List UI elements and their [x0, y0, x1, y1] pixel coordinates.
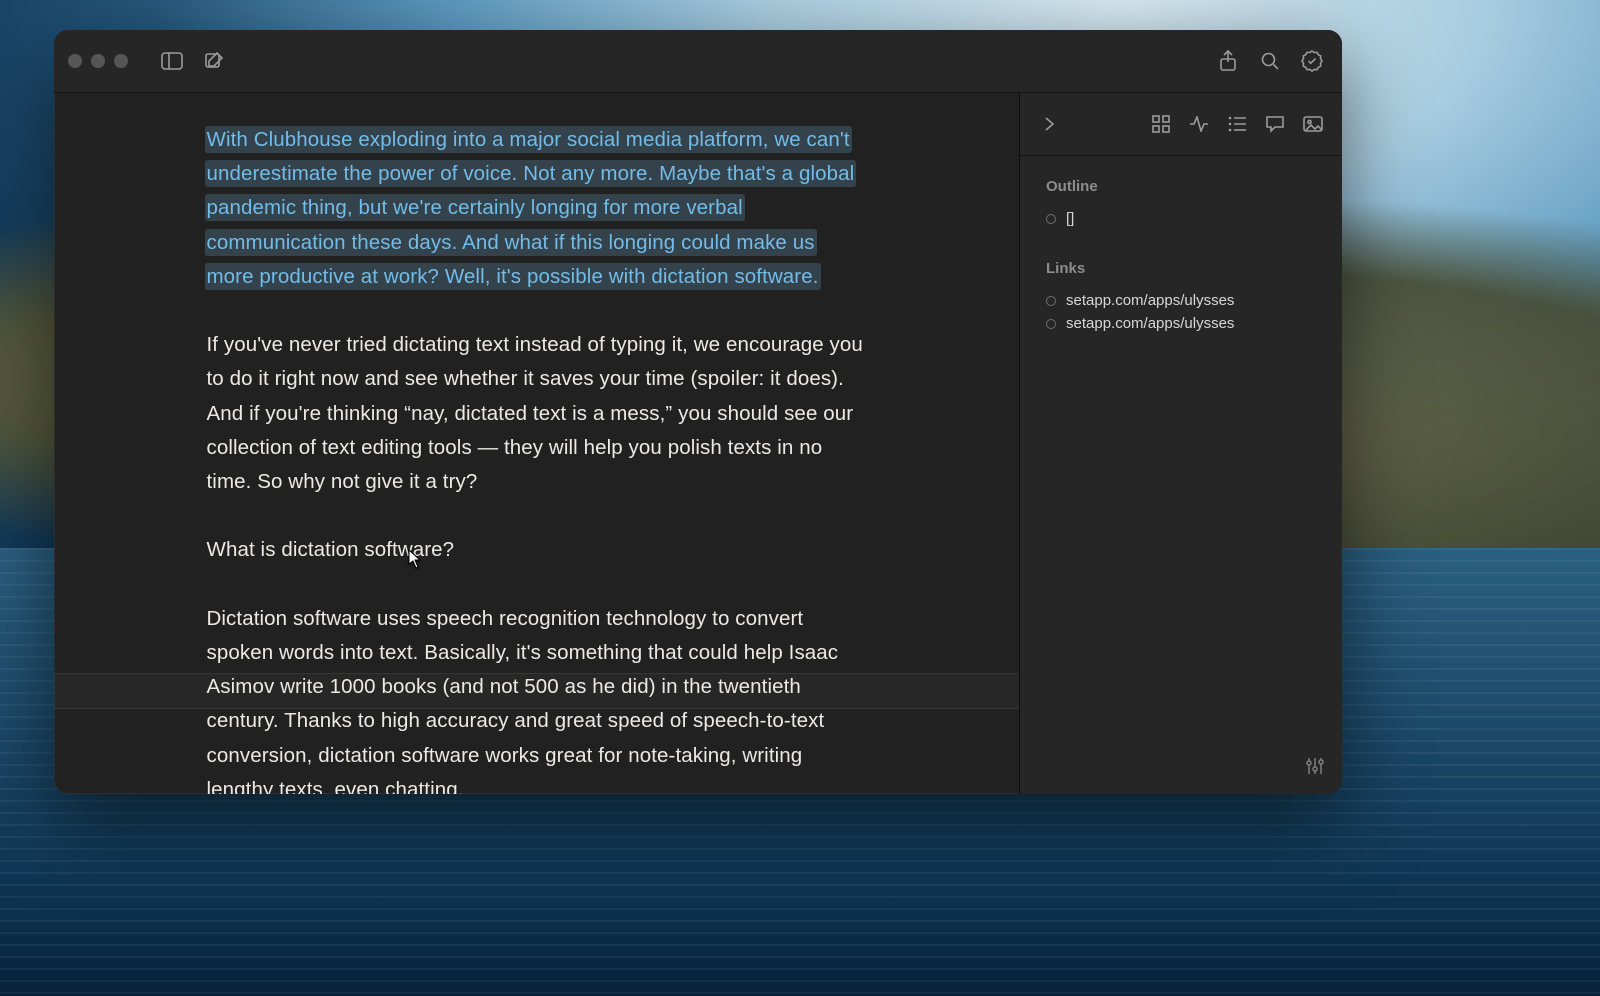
- inspector-body: Outline [] Links setapp.com/apps/ulysses…: [1020, 156, 1342, 355]
- tab-media[interactable]: [1298, 109, 1328, 139]
- review-badge-icon: [1301, 50, 1323, 72]
- traffic-close[interactable]: [68, 54, 82, 68]
- list-icon: [1228, 116, 1246, 132]
- settings-sliders-button[interactable]: [1306, 757, 1324, 780]
- chevron-right-icon: [1042, 115, 1056, 133]
- comment-icon: [1265, 115, 1285, 133]
- review-button[interactable]: [1296, 45, 1328, 77]
- grid-icon: [1152, 115, 1170, 133]
- sidebar-toggle-button[interactable]: [156, 45, 188, 77]
- titlebar: [54, 30, 1342, 93]
- compose-button[interactable]: [198, 45, 230, 77]
- sliders-icon: [1306, 757, 1324, 775]
- outline-section-title: Outline: [1046, 178, 1316, 195]
- tab-outline[interactable]: [1222, 109, 1252, 139]
- activity-icon: [1189, 116, 1209, 132]
- inspector-panel: Outline [] Links setapp.com/apps/ulysses…: [1020, 93, 1342, 794]
- search-button[interactable]: [1254, 45, 1286, 77]
- traffic-minimize[interactable]: [91, 54, 105, 68]
- links-section-title: Links: [1046, 260, 1316, 277]
- editor-column: With Clubhouse exploding into a major so…: [54, 93, 1020, 794]
- share-button[interactable]: [1212, 45, 1244, 77]
- tab-grid[interactable]: [1146, 109, 1176, 139]
- link-item-url: setapp.com/apps/ulysses: [1066, 292, 1234, 309]
- section-heading[interactable]: What is dictation software?: [207, 533, 867, 567]
- bullet-dot-icon: [1046, 296, 1056, 306]
- window-traffic-lights[interactable]: [68, 54, 128, 68]
- outline-item[interactable]: []: [1046, 207, 1316, 230]
- search-icon: [1260, 51, 1280, 71]
- editor-scroll[interactable]: With Clubhouse exploding into a major so…: [54, 93, 1019, 794]
- app-window: With Clubhouse exploding into a major so…: [54, 30, 1342, 794]
- link-item-url: setapp.com/apps/ulysses: [1066, 315, 1234, 332]
- inspector-tabs: [1020, 93, 1342, 156]
- traffic-zoom[interactable]: [114, 54, 128, 68]
- paragraph-3[interactable]: Dictation software uses speech recogniti…: [207, 602, 867, 794]
- share-icon: [1219, 50, 1237, 72]
- compose-icon: [204, 51, 224, 71]
- image-icon: [1303, 116, 1323, 132]
- panel-collapse-button[interactable]: [1034, 109, 1064, 139]
- paragraph-selected[interactable]: With Clubhouse exploding into a major so…: [207, 123, 867, 294]
- link-item[interactable]: setapp.com/apps/ulysses: [1046, 289, 1316, 312]
- tab-comments[interactable]: [1260, 109, 1290, 139]
- paragraph-2[interactable]: If you've never tried dictating text ins…: [207, 328, 867, 499]
- window-body: With Clubhouse exploding into a major so…: [54, 93, 1342, 794]
- outline-item-label: []: [1066, 210, 1074, 227]
- bullet-dot-icon: [1046, 214, 1056, 224]
- editor-content[interactable]: With Clubhouse exploding into a major so…: [207, 123, 867, 794]
- sidebar-toggle-icon: [161, 52, 183, 70]
- bullet-dot-icon: [1046, 319, 1056, 329]
- tab-stats[interactable]: [1184, 109, 1214, 139]
- selection-span[interactable]: With Clubhouse exploding into a major so…: [207, 128, 855, 288]
- link-item[interactable]: setapp.com/apps/ulysses: [1046, 312, 1316, 335]
